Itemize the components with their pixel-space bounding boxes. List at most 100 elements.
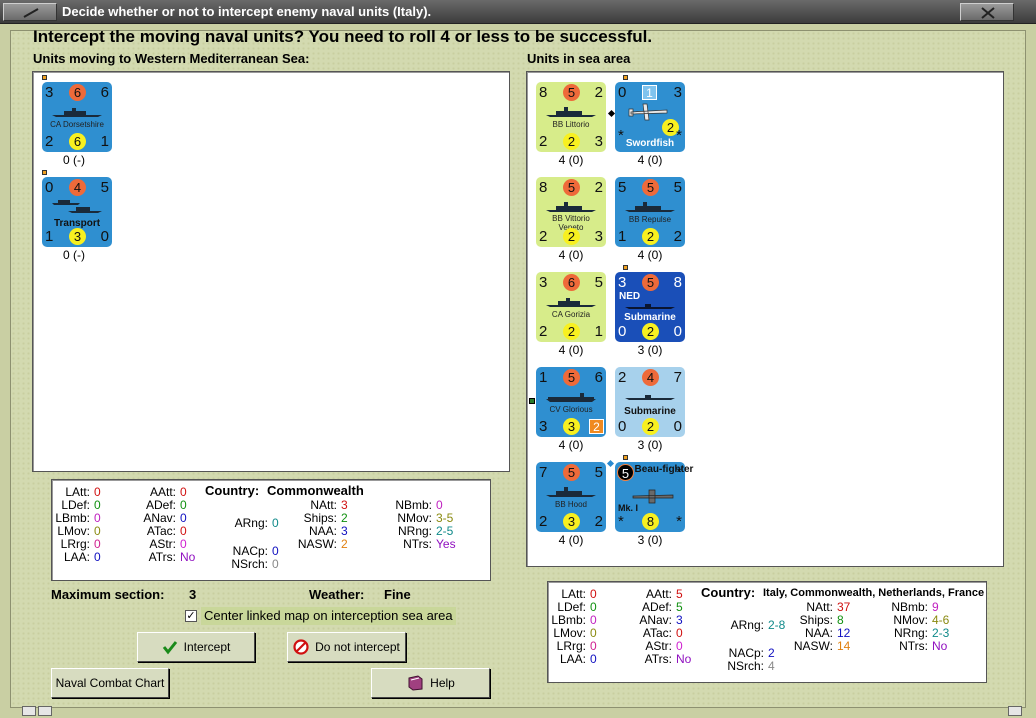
battleship-icon xyxy=(546,487,596,497)
stat-value: 0 xyxy=(180,485,187,499)
unit-stat: 1 xyxy=(100,133,109,150)
unit-counter-vittorio-veneto[interactable]: 8 5 2 BB Vittorio Veneto 2 2 3 xyxy=(536,177,606,247)
moving-units-panel[interactable]: 3 6 6 CA Dorsetshire 2 6 1 0 (-) 0 4 5 T… xyxy=(32,71,510,472)
unit-counter-dorsetshire[interactable]: 3 6 6 CA Dorsetshire 2 6 1 xyxy=(42,82,112,152)
submarine-icon xyxy=(625,395,675,400)
center-map-label[interactable]: Center linked map on interception sea ar… xyxy=(201,607,456,625)
stat-label: ATac: xyxy=(642,626,672,640)
unit-counter-swordfish[interactable]: 0 1 3 Swordfish * 2 * xyxy=(615,82,685,152)
stat-value: 0 xyxy=(94,485,101,499)
unit-stat: 0 xyxy=(618,418,627,435)
resize-grip-left-2[interactable] xyxy=(38,706,52,716)
stat-label: AAtt: xyxy=(149,485,176,499)
unit-stat-circle: 3 xyxy=(563,513,580,530)
stat-value: 4-6 xyxy=(932,613,950,627)
stat-value: 2 xyxy=(341,511,348,525)
stat-label: NBmb: xyxy=(891,600,928,614)
stat-label: Ships: xyxy=(799,613,833,627)
stat-value: 0 xyxy=(272,556,279,571)
unit-stat: 3 xyxy=(539,274,548,291)
unit-stat: 2 xyxy=(539,228,548,245)
stat-label: NRng: xyxy=(893,626,928,640)
page-title: Intercept the moving naval units? You ne… xyxy=(33,27,653,46)
aircraft-icon xyxy=(628,103,668,121)
center-map-checkbox[interactable]: ✓ xyxy=(185,610,197,622)
stat-value: 3 xyxy=(341,498,348,512)
unit-stat: 0 xyxy=(45,179,54,196)
sea-area-stats: LAtt: 0 LDef: 0 LBmb: 0 LMov: 0 LRrg: 0 LAA: 0 AAtt:… xyxy=(547,581,987,683)
unit-stat-circle: 6 xyxy=(69,133,86,150)
unit-counter-beaufighter[interactable]: 5 Beau-fighter * Mk. I * 8 * xyxy=(615,462,693,532)
help-button[interactable]: Help xyxy=(371,668,490,698)
sea-area-units-panel[interactable]: 8 5 2 BB Littorio 2 2 3 4 (0) 0 1 3 Swor… xyxy=(526,71,1004,567)
do-not-intercept-button[interactable]: Do not intercept xyxy=(287,632,406,662)
unit-stat: 5 xyxy=(100,179,109,196)
unit-stat-circle: 6 xyxy=(69,84,86,101)
unit-counter-submarine-ned[interactable]: 3 5 8 NED Submarine 0 2 0 xyxy=(615,272,685,342)
unit-counter-glorious[interactable]: 1 5 6 CV Glorious 3 3 2 xyxy=(536,367,606,437)
stat-value: 3-5 xyxy=(436,511,454,525)
stat-label: LRrg: xyxy=(556,639,586,653)
stat-label: NAtt: xyxy=(806,600,833,614)
unit-stat: 7 xyxy=(539,464,548,481)
stat-value: 0 xyxy=(590,600,597,614)
stat-label: NSrch: xyxy=(727,658,764,673)
unit-stat: 8 xyxy=(673,274,682,291)
unit-stat-circle: 2 xyxy=(563,133,580,150)
stat-value: 0 xyxy=(180,524,187,538)
unit-stat: 8 xyxy=(539,84,548,101)
close-button[interactable] xyxy=(960,3,1014,21)
unit-stat-circle: 4 xyxy=(642,369,659,386)
unit-stat-circle: 5 xyxy=(563,84,580,101)
window-menu-button[interactable] xyxy=(3,3,57,21)
stat-label: LBmb: xyxy=(551,613,586,627)
resize-grip-right[interactable] xyxy=(1008,706,1022,716)
unit-name: Swordfish xyxy=(625,138,675,149)
unit-stat-circle: 3 xyxy=(563,418,580,435)
unit-stat: 5 xyxy=(594,464,603,481)
stat-value: 2-5 xyxy=(436,524,454,538)
link-marker xyxy=(529,398,535,404)
carrier-icon xyxy=(546,393,596,402)
close-icon xyxy=(981,7,995,19)
stat-value: 9 xyxy=(932,600,939,614)
unit-stat-square: 1 xyxy=(642,85,657,100)
unit-stat: 5 xyxy=(673,179,682,196)
intercept-button[interactable]: Intercept xyxy=(137,632,255,662)
unit-counter-repulse[interactable]: 5 5 5 BB Repulse 1 2 2 xyxy=(615,177,685,247)
naval-combat-chart-button[interactable]: Naval Combat Chart xyxy=(51,668,169,698)
unit-caption: 0 (-) xyxy=(63,153,85,167)
unit-stat-circle: 5 xyxy=(642,274,659,291)
unit-caption: 3 (0) xyxy=(637,533,663,547)
unit-counter-gorizia[interactable]: 3 6 5 CA Gorizia 2 2 1 xyxy=(536,272,606,342)
stat-label: ARng: xyxy=(234,516,268,531)
intercept-button-label: Intercept xyxy=(183,640,231,654)
unit-stat: 3 xyxy=(45,84,54,101)
unit-stat-circle: 2 xyxy=(642,323,659,340)
window-title: Decide whether or not to intercept enemy… xyxy=(62,4,432,19)
stat-value: 37 xyxy=(837,600,851,614)
unit-name: Beau-fighter xyxy=(634,464,694,475)
stat-label: ATac: xyxy=(146,524,176,538)
unit-stat: 2 xyxy=(673,228,682,245)
stat-value: 0 xyxy=(94,511,101,525)
transport-icon xyxy=(52,200,102,213)
right-panel-label: Units in sea area xyxy=(527,51,631,66)
stat-value: 0 xyxy=(590,652,597,666)
unit-name: Submarine xyxy=(624,406,676,417)
unit-counter-littorio[interactable]: 8 5 2 BB Littorio 2 2 3 xyxy=(536,82,606,152)
unit-name: Transport xyxy=(53,218,101,229)
country-value: Commonwealth xyxy=(267,483,364,498)
unit-name: CV Glorious xyxy=(549,405,593,414)
unit-counter-hood[interactable]: 7 5 5 BB Hood 2 3 2 xyxy=(536,462,606,532)
unit-stat: 0 xyxy=(100,228,109,245)
stat-label: ANav: xyxy=(639,613,672,627)
title-bar: Decide whether or not to intercept enemy… xyxy=(0,0,1036,24)
resize-grip-left[interactable] xyxy=(22,706,36,716)
stat-label: LAA: xyxy=(63,550,90,564)
aircraft-icon xyxy=(632,489,674,504)
unit-counter-submarine[interactable]: 2 4 7 Submarine 0 2 0 xyxy=(615,367,685,437)
stat-label: LMov: xyxy=(57,524,90,538)
unit-counter-transport[interactable]: 0 4 5 Transport 1 3 0 xyxy=(42,177,112,247)
battleship-icon xyxy=(546,202,596,212)
